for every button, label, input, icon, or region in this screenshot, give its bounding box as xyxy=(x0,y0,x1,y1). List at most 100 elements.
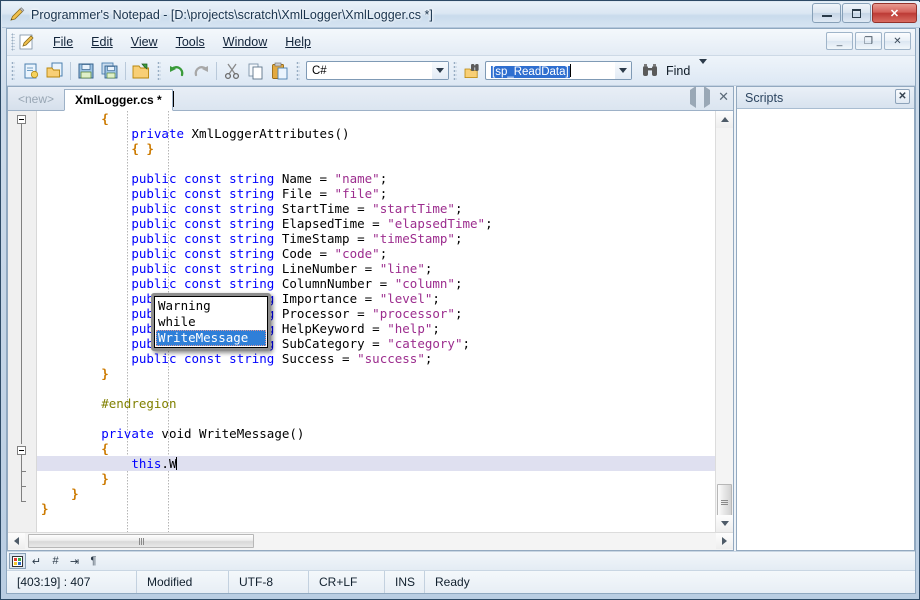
code-token: "success" xyxy=(357,351,425,366)
menu-window[interactable]: Window xyxy=(214,32,276,52)
code-token: void WriteMessage() xyxy=(154,426,305,441)
maximize-button[interactable] xyxy=(842,3,871,23)
fold-box-collapse[interactable] xyxy=(17,446,26,455)
code-token: public xyxy=(131,276,176,291)
code-token xyxy=(176,351,184,366)
tabs-icon[interactable]: ⇥ xyxy=(66,553,83,569)
fold-box-collapse[interactable] xyxy=(17,115,26,124)
scripts-panel-list[interactable] xyxy=(737,109,914,550)
fold-margin[interactable] xyxy=(8,111,37,532)
autocomplete-item[interactable]: while xyxy=(156,314,266,330)
tab-prev-icon[interactable] xyxy=(690,90,696,104)
code-token: const xyxy=(184,246,222,261)
code-token: Success = xyxy=(274,351,357,366)
application-window: Programmer's Notepad - [D:\projects\scra… xyxy=(0,0,920,600)
code-token: "file" xyxy=(335,186,380,201)
menu-file[interactable]: File xyxy=(44,32,82,52)
code-text-area[interactable]: { private XmlLoggerAttributes() { } publ… xyxy=(37,111,715,532)
tab-close-icon[interactable]: ✕ xyxy=(718,92,729,102)
code-token: ElapsedTime = xyxy=(274,216,387,231)
line-numbers-icon[interactable]: # xyxy=(47,553,64,569)
find-button-label[interactable]: Find xyxy=(666,64,690,78)
code-token: const xyxy=(184,261,222,276)
toolbar-separator xyxy=(216,62,217,80)
chevron-down-icon[interactable] xyxy=(432,62,448,79)
code-token xyxy=(176,171,184,186)
code-token: "column" xyxy=(395,276,455,291)
save-button[interactable] xyxy=(74,59,98,82)
text-caret xyxy=(176,457,177,470)
fold-tick xyxy=(21,486,26,487)
tab-next-icon[interactable] xyxy=(704,90,710,104)
main-toolbar: C# [sp_ReadData] xyxy=(7,56,915,86)
scroll-right-button[interactable] xyxy=(716,533,733,549)
scheme-combo[interactable]: C# xyxy=(306,61,449,80)
minimize-button[interactable] xyxy=(812,3,841,23)
copy-button[interactable] xyxy=(244,59,268,82)
find-dropdown-arrow-icon[interactable] xyxy=(699,64,707,78)
mdi-restore-button[interactable]: ❐ xyxy=(855,32,882,50)
horizontal-scroll-thumb[interactable] xyxy=(28,534,254,548)
horizontal-scrollbar[interactable] xyxy=(8,532,733,550)
scroll-left-button[interactable] xyxy=(8,533,25,549)
scripts-panel-close-button[interactable]: ✕ xyxy=(895,89,910,104)
open-project-button[interactable] xyxy=(129,59,153,82)
tab-new[interactable]: <new> xyxy=(8,88,64,110)
menu-grip[interactable] xyxy=(11,33,15,51)
open-file-button[interactable] xyxy=(43,59,67,82)
menu-help[interactable]: Help xyxy=(276,32,320,52)
code-token: ; xyxy=(455,231,463,246)
code-token xyxy=(176,261,184,276)
cut-button[interactable] xyxy=(220,59,244,82)
mdi-minimize-button[interactable]: _ xyxy=(826,32,853,50)
scroll-up-button[interactable] xyxy=(716,111,733,128)
code-token: const xyxy=(184,276,222,291)
mdi-close-button[interactable]: ✕ xyxy=(884,32,911,50)
document-pencil-icon xyxy=(18,33,36,51)
find-combo-value[interactable]: [sp_ReadData] xyxy=(486,64,615,78)
paste-button[interactable] xyxy=(268,59,292,82)
menu-view[interactable]: View xyxy=(122,32,167,52)
find-in-files-icon[interactable] xyxy=(461,59,485,82)
pilcrow-icon[interactable]: ¶ xyxy=(85,553,102,569)
tab-new-label: <new> xyxy=(18,92,54,106)
code-token: private xyxy=(101,426,154,441)
code-token: "level" xyxy=(380,291,433,306)
code-token: ; xyxy=(380,246,388,261)
save-all-button[interactable] xyxy=(98,59,122,82)
menu-edit[interactable]: Edit xyxy=(82,32,122,52)
toolbar-grip-3[interactable] xyxy=(296,61,300,81)
vertical-scrollbar[interactable] xyxy=(715,111,733,532)
code-token: string xyxy=(229,246,274,261)
toolbar-grip-4[interactable] xyxy=(453,61,457,81)
status-line-endings: CR+LF xyxy=(309,571,385,593)
chevron-down-icon[interactable] xyxy=(615,62,631,79)
autocomplete-item[interactable]: WriteMessage xyxy=(156,330,266,346)
menu-tools[interactable]: Tools xyxy=(167,32,214,52)
code-token: ; xyxy=(432,321,440,336)
code-token: public xyxy=(131,186,176,201)
tab-xmllogger-cs[interactable]: XmlLogger.cs * xyxy=(64,89,173,111)
code-token xyxy=(176,276,184,291)
find-combo[interactable]: [sp_ReadData] xyxy=(485,61,632,80)
code-token xyxy=(176,186,184,201)
undo-button[interactable] xyxy=(165,59,189,82)
toolbar-grip-2[interactable] xyxy=(157,61,161,81)
binoculars-icon[interactable] xyxy=(638,59,662,82)
autocomplete-list[interactable]: WarningwhileWriteMessage xyxy=(154,296,268,348)
autocomplete-popup[interactable]: WarningwhileWriteMessage xyxy=(151,293,271,351)
close-button[interactable]: ✕ xyxy=(872,3,917,23)
code-token: const xyxy=(184,186,222,201)
autocomplete-item[interactable]: Warning xyxy=(156,298,266,314)
code-line: public const string ColumnNumber = "colu… xyxy=(37,276,715,291)
code-token: HelpKeyword = xyxy=(274,321,387,336)
scroll-down-button[interactable] xyxy=(716,515,733,532)
toolbar-grip-1[interactable] xyxy=(11,61,15,81)
code-token: SubCategory = xyxy=(274,336,387,351)
view-whitespace-toggle[interactable] xyxy=(9,553,26,569)
code-token: ; xyxy=(485,216,493,231)
line-endings-icon[interactable]: ↵ xyxy=(28,553,45,569)
toolbar-separator xyxy=(125,62,126,80)
new-file-button[interactable] xyxy=(19,59,43,82)
toolbar-separator xyxy=(70,62,71,80)
